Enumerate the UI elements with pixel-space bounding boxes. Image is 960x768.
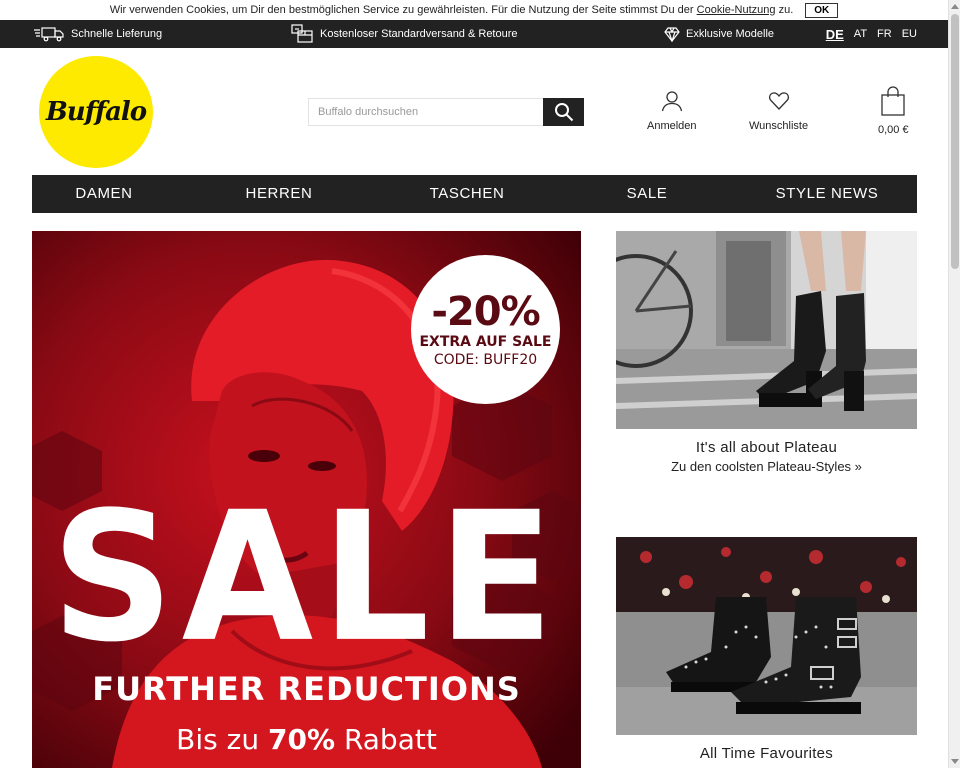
cookie-bar: Wir verwenden Cookies, um Dir den bestmö… bbox=[0, 0, 948, 20]
hero-sale-banner[interactable]: -20% EXTRA AUF SALE CODE: BUFF20 SALE FU… bbox=[32, 231, 581, 768]
search-icon bbox=[554, 103, 573, 122]
search-button[interactable] bbox=[543, 98, 584, 126]
shopping-bag-icon bbox=[881, 86, 905, 116]
usp-item-exclusive: Exklusive Modelle bbox=[664, 20, 774, 48]
usp-bar: Schnelle Lieferung Kostenloser Standardv… bbox=[0, 20, 948, 48]
language-at[interactable]: AT bbox=[854, 28, 867, 40]
page-scrollbar[interactable] bbox=[948, 0, 960, 768]
heart-icon bbox=[768, 92, 789, 110]
badge-extra-text: EXTRA AUF SALE bbox=[419, 333, 552, 350]
scroll-thumb[interactable] bbox=[951, 14, 959, 269]
wishlist-link[interactable]: Wunschliste bbox=[749, 90, 808, 132]
cart-total: 0,00 € bbox=[878, 124, 909, 136]
main-navigation: DAMEN HERREN TASCHEN SALE STYLE NEWS bbox=[32, 175, 917, 213]
language-eu[interactable]: EU bbox=[902, 28, 917, 40]
language-switcher: DE AT FR EU bbox=[826, 20, 917, 48]
box-return-icon bbox=[291, 24, 313, 43]
cookie-policy-link[interactable]: Cookie-Nutzung bbox=[697, 4, 776, 16]
nav-item-herren[interactable]: HERREN bbox=[246, 175, 313, 213]
discount-value: 70% bbox=[268, 723, 336, 756]
wishlist-label: Wunschliste bbox=[749, 120, 809, 132]
discount-prefix: Bis zu bbox=[176, 723, 260, 756]
login-label: Anmelden bbox=[647, 120, 697, 132]
nav-item-sale[interactable]: SALE bbox=[627, 175, 668, 213]
nav-item-taschen[interactable]: TASCHEN bbox=[430, 175, 505, 213]
usp-label-exclusive: Exklusive Modelle bbox=[686, 28, 775, 40]
cart-link[interactable]: 0,00 € bbox=[878, 86, 909, 136]
diamond-icon bbox=[664, 27, 680, 42]
cookie-text: Wir verwenden Cookies, um Dir den bestmö… bbox=[109, 4, 694, 16]
teaser-title-plateau: It's all about Plateau bbox=[695, 439, 838, 456]
cookie-ok-button[interactable]: OK bbox=[805, 2, 839, 18]
truck-icon bbox=[34, 27, 64, 42]
scroll-up-arrow[interactable] bbox=[951, 4, 959, 9]
hero-subline: FURTHER REDUCTIONS bbox=[92, 670, 521, 708]
page: Wir verwenden Cookies, um Dir den bestmö… bbox=[0, 0, 960, 768]
nav-item-style-news[interactable]: STYLE NEWS bbox=[776, 175, 879, 213]
usp-item-delivery: Schnelle Lieferung bbox=[33, 20, 162, 48]
search-form bbox=[308, 98, 584, 126]
teaser-link-plateau[interactable]: Zu den coolsten Plateau-Styles » bbox=[616, 459, 917, 474]
scroll-down-arrow[interactable] bbox=[951, 759, 959, 764]
badge-code: CODE: BUFF20 bbox=[433, 351, 538, 368]
badge-percent: -20% bbox=[431, 288, 540, 335]
language-de[interactable]: DE bbox=[826, 27, 844, 42]
usp-label-shipping: Kostenloser Standardversand & Retoure bbox=[320, 28, 518, 40]
teaser-title-favourites: All Time Favourites bbox=[699, 745, 834, 762]
discount-suffix: Rabatt bbox=[343, 723, 437, 756]
plateau-boots-photo bbox=[616, 231, 917, 429]
language-fr[interactable]: FR bbox=[877, 28, 892, 40]
hero-discount-line: Bis zu 70% Rabatt bbox=[32, 723, 581, 757]
studded-boots-photo bbox=[616, 537, 917, 735]
hero-headline: SALE bbox=[51, 474, 562, 682]
nav-item-damen[interactable]: DAMEN bbox=[75, 175, 132, 213]
discount-badge: -20% EXTRA AUF SALE CODE: BUFF20 bbox=[411, 255, 560, 404]
usp-label-delivery: Schnelle Lieferung bbox=[71, 28, 163, 40]
usp-item-shipping: Kostenloser Standardversand & Retoure bbox=[290, 20, 518, 48]
cookie-suffix: zu. bbox=[778, 4, 794, 16]
teaser-image-plateau[interactable] bbox=[616, 231, 917, 429]
search-input[interactable] bbox=[308, 98, 543, 126]
buffalo-logo[interactable]: Buffalo bbox=[39, 56, 153, 168]
login-link[interactable]: Anmelden bbox=[647, 90, 697, 132]
user-icon bbox=[661, 91, 682, 112]
logo-wordmark: Buffalo bbox=[45, 97, 147, 127]
teaser-image-favourites[interactable] bbox=[616, 537, 917, 735]
